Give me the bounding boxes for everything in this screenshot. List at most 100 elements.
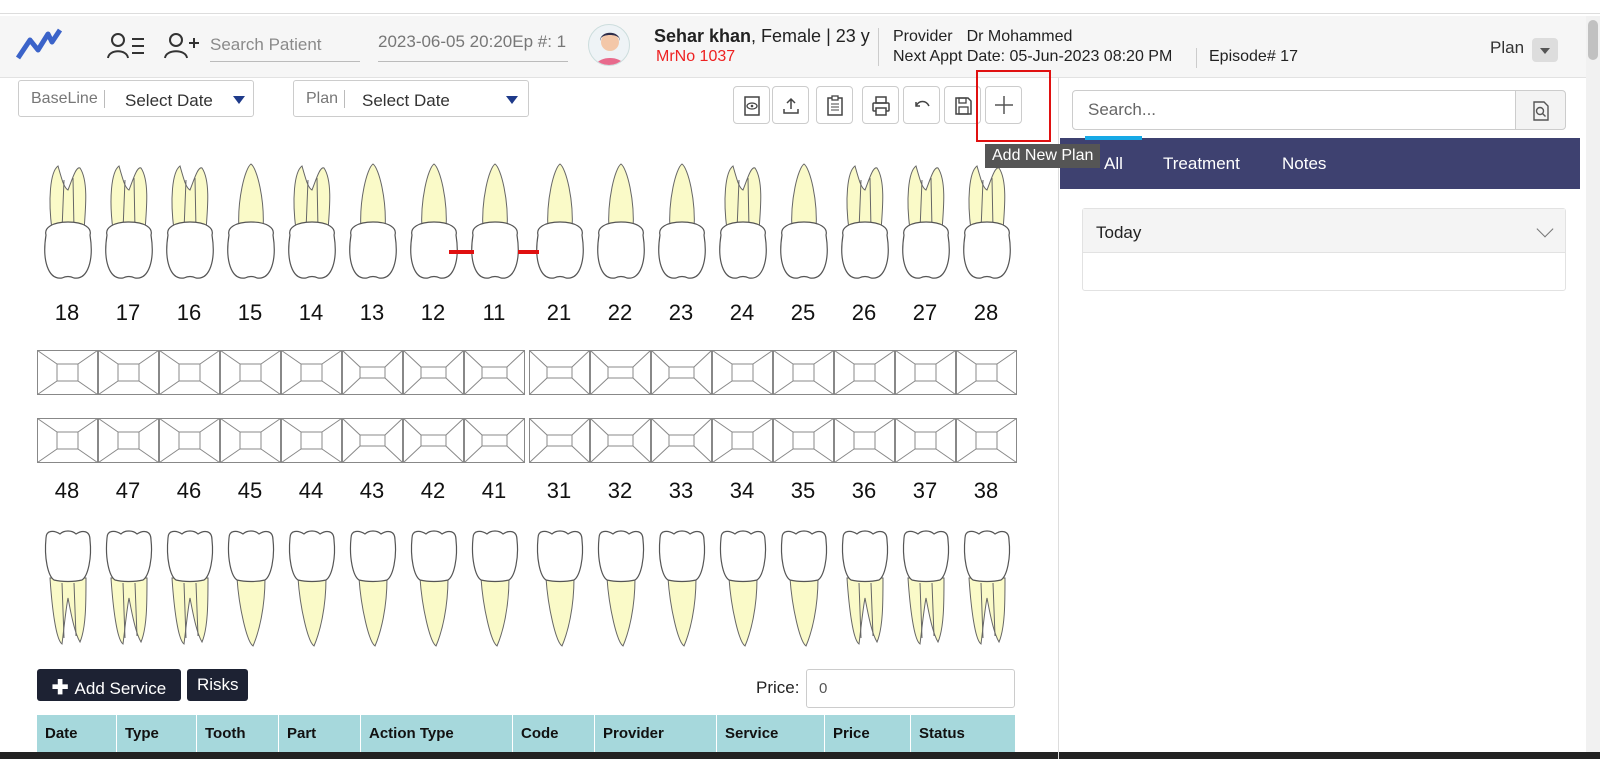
- upload-button[interactable]: [772, 86, 809, 124]
- page-scrollbar-thumb[interactable]: [1588, 20, 1598, 60]
- tooth-surface-upper[interactable]: [590, 350, 651, 395]
- tooth-surface-lower[interactable]: [37, 418, 98, 463]
- plan-menu-caret[interactable]: [1532, 38, 1558, 62]
- tooth-lower-31[interactable]: [532, 528, 588, 653]
- plan-menu-label[interactable]: Plan: [1490, 38, 1524, 58]
- col-header[interactable]: Type: [117, 715, 197, 753]
- tooth-lower-47[interactable]: [101, 528, 157, 653]
- tooth-upper-11[interactable]: [467, 160, 523, 285]
- tooth-surface-lower[interactable]: [773, 418, 834, 463]
- tab-notes[interactable]: Notes: [1282, 154, 1326, 174]
- tooth-surface-lower[interactable]: [834, 418, 895, 463]
- col-header[interactable]: Code: [513, 715, 595, 753]
- tooth-surface-upper[interactable]: [895, 350, 956, 395]
- tooth-surface-lower[interactable]: [956, 418, 1017, 463]
- col-header[interactable]: Part: [279, 715, 361, 753]
- tab-treatment[interactable]: Treatment: [1163, 154, 1240, 174]
- tooth-lower-36[interactable]: [837, 528, 893, 653]
- tooth-lower-38[interactable]: [959, 528, 1015, 653]
- tooth-surface-lower[interactable]: [98, 418, 159, 463]
- today-section-header[interactable]: Today: [1083, 209, 1565, 253]
- view-button[interactable]: [733, 86, 770, 124]
- tooth-lower-32[interactable]: [593, 528, 649, 653]
- add-patient-icon[interactable]: [162, 30, 202, 62]
- plan-select[interactable]: Plan Select Date: [293, 80, 529, 117]
- app-logo[interactable]: [16, 26, 62, 64]
- tooth-surface-upper[interactable]: [773, 350, 834, 395]
- tooth-surface-upper[interactable]: [403, 350, 464, 395]
- search-patient-input[interactable]: [210, 28, 360, 62]
- col-header[interactable]: Price: [825, 715, 911, 753]
- tooth-surface-lower[interactable]: [159, 418, 220, 463]
- tooth-upper-28[interactable]: [959, 160, 1015, 285]
- patient-list-icon[interactable]: [106, 30, 146, 62]
- col-header[interactable]: Service: [717, 715, 825, 753]
- tooth-lower-42[interactable]: [406, 528, 462, 653]
- tooth-upper-13[interactable]: [345, 160, 401, 285]
- tooth-upper-25[interactable]: [776, 160, 832, 285]
- tooth-upper-27[interactable]: [898, 160, 954, 285]
- tooth-surface-lower[interactable]: [220, 418, 281, 463]
- tooth-upper-16[interactable]: [162, 160, 218, 285]
- notes-search-button[interactable]: [1515, 90, 1566, 130]
- tooth-surface-upper[interactable]: [98, 350, 159, 395]
- col-header[interactable]: Tooth: [197, 715, 279, 753]
- tooth-upper-24[interactable]: [715, 160, 771, 285]
- undo-button[interactable]: [903, 86, 940, 124]
- tooth-upper-14[interactable]: [284, 160, 340, 285]
- tooth-surface-lower[interactable]: [464, 418, 525, 463]
- baseline-select[interactable]: BaseLine Select Date: [18, 80, 254, 117]
- tooth-lower-46[interactable]: [162, 528, 218, 653]
- tooth-upper-18[interactable]: [40, 160, 96, 285]
- tooth-lower-33[interactable]: [654, 528, 710, 653]
- notes-search-input[interactable]: [1072, 90, 1516, 130]
- tooth-lower-41[interactable]: [467, 528, 523, 653]
- add-service-button[interactable]: ✚ Add Service: [37, 669, 181, 701]
- tooth-surface-upper[interactable]: [529, 350, 590, 395]
- tooth-surface-lower[interactable]: [895, 418, 956, 463]
- price-input[interactable]: 0: [806, 669, 1015, 708]
- risks-button[interactable]: Risks: [187, 669, 248, 701]
- tooth-lower-48[interactable]: [40, 528, 96, 653]
- tooth-surface-upper[interactable]: [464, 350, 525, 395]
- tooth-upper-26[interactable]: [837, 160, 893, 285]
- tooth-surface-lower[interactable]: [403, 418, 464, 463]
- tooth-lower-37[interactable]: [898, 528, 954, 653]
- tooth-lower-45[interactable]: [223, 528, 279, 653]
- tooth-upper-22[interactable]: [593, 160, 649, 285]
- episode-select[interactable]: 2023-06-05 20:20Ep #: 1: [378, 28, 568, 62]
- tooth-surface-lower[interactable]: [529, 418, 590, 463]
- tooth-surface-upper[interactable]: [220, 350, 281, 395]
- tooth-upper-15[interactable]: [223, 160, 279, 285]
- tooth-lower-35[interactable]: [776, 528, 832, 653]
- chevron-down-icon[interactable]: [1536, 220, 1554, 238]
- tooth-surface-upper[interactable]: [342, 350, 403, 395]
- tooth-surface-upper[interactable]: [281, 350, 342, 395]
- tooth-surface-upper[interactable]: [651, 350, 712, 395]
- tooth-surface-upper[interactable]: [159, 350, 220, 395]
- tooth-lower-34[interactable]: [715, 528, 771, 653]
- tooth-surface-lower[interactable]: [281, 418, 342, 463]
- tooth-surface-lower[interactable]: [590, 418, 651, 463]
- tooth-upper-12[interactable]: [406, 160, 462, 285]
- tooth-surface-upper[interactable]: [956, 350, 1017, 395]
- print-button[interactable]: [862, 86, 899, 124]
- tooth-surface-upper[interactable]: [37, 350, 98, 395]
- tooth-surface-upper[interactable]: [834, 350, 895, 395]
- tooth-lower-43[interactable]: [345, 528, 401, 653]
- tooth-upper-23[interactable]: [654, 160, 710, 285]
- page-scrollbar[interactable]: [1586, 16, 1600, 759]
- tab-all[interactable]: All: [1104, 154, 1123, 174]
- clipboard-button[interactable]: [816, 86, 853, 124]
- col-header[interactable]: Provider: [595, 715, 717, 753]
- col-header[interactable]: Action Type: [361, 715, 513, 753]
- tooth-surface-lower[interactable]: [342, 418, 403, 463]
- tooth-surface-lower[interactable]: [712, 418, 773, 463]
- col-header[interactable]: Date: [37, 715, 117, 753]
- tooth-upper-17[interactable]: [101, 160, 157, 285]
- col-header[interactable]: Status: [911, 715, 1015, 753]
- tooth-surface-upper[interactable]: [712, 350, 773, 395]
- tooth-upper-21[interactable]: [532, 160, 588, 285]
- tooth-surface-lower[interactable]: [651, 418, 712, 463]
- tooth-lower-44[interactable]: [284, 528, 340, 653]
